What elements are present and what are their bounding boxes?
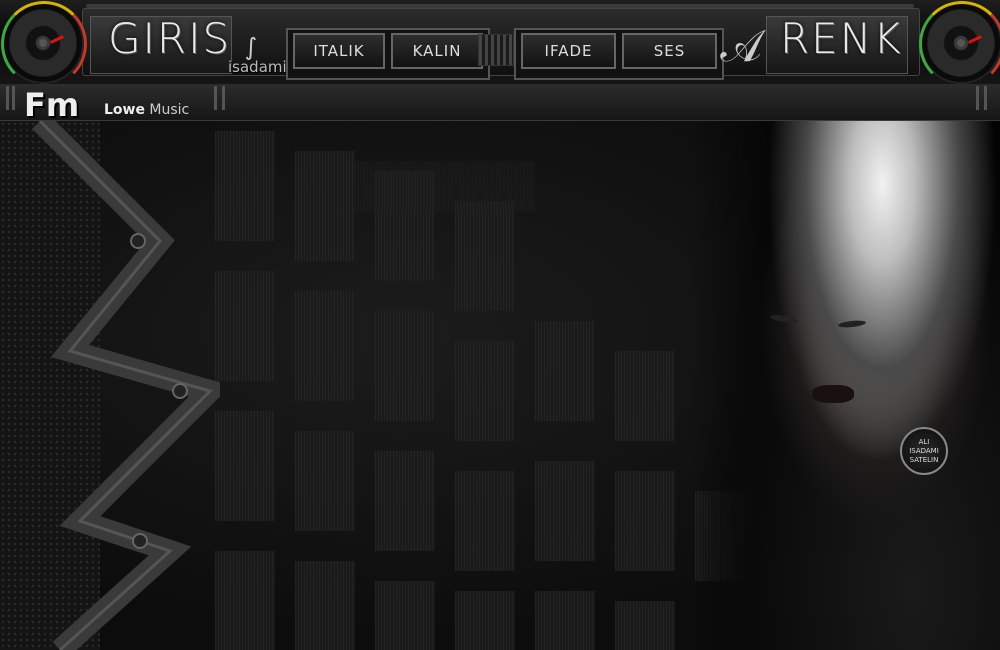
station-name-second: Music: [149, 102, 190, 118]
bar-tick: [6, 86, 9, 110]
rivet-icon: [172, 383, 188, 399]
media-button-group: IFADE SES: [514, 28, 724, 80]
dial-center: [957, 39, 965, 47]
login-button[interactable]: GIRIS: [108, 14, 231, 63]
format-button-group: ITALIK KALIN: [286, 28, 490, 80]
bar-tick: [976, 86, 979, 110]
watermark-badge: ALI ISADAMI SATELIN: [900, 427, 948, 475]
dial-center: [39, 39, 47, 47]
chat-area: [0, 121, 1000, 650]
sound-button[interactable]: SES: [622, 33, 717, 69]
station-name: Lowe Music: [104, 102, 189, 118]
rivet-icon: [130, 233, 146, 249]
bar-tick: [222, 86, 225, 110]
rivet-icon: [132, 533, 148, 549]
emoticon-button[interactable]: IFADE: [521, 33, 616, 69]
top-toolbar: GIRIS ∫ isadami Ali ITALIK KALIN IFADE S…: [0, 0, 1000, 87]
bar-tick: [12, 86, 15, 110]
bold-button[interactable]: KALIN: [391, 33, 483, 69]
badge-line1: ALI: [918, 437, 930, 446]
badge-line3: SATELIN: [909, 455, 939, 464]
bar-tick: [214, 86, 217, 110]
color-button[interactable]: RENK: [780, 14, 903, 63]
fm-label: Fm: [24, 86, 80, 124]
badge-line2: ISADAMI: [909, 446, 939, 455]
panel-connector: [478, 34, 514, 66]
bar-tick: [984, 86, 987, 110]
swirl-ornament-icon: ∫: [244, 33, 258, 61]
station-name-first: Lowe: [104, 102, 145, 118]
italic-button[interactable]: ITALIK: [293, 33, 385, 69]
turntable-dial-icon[interactable]: [919, 1, 1000, 87]
turntable-dial-icon[interactable]: [1, 1, 87, 87]
zigzag-ornament: [32, 121, 220, 650]
swirl-ornament-icon: 𝒜: [720, 21, 762, 72]
portrait-lips: [812, 385, 854, 403]
